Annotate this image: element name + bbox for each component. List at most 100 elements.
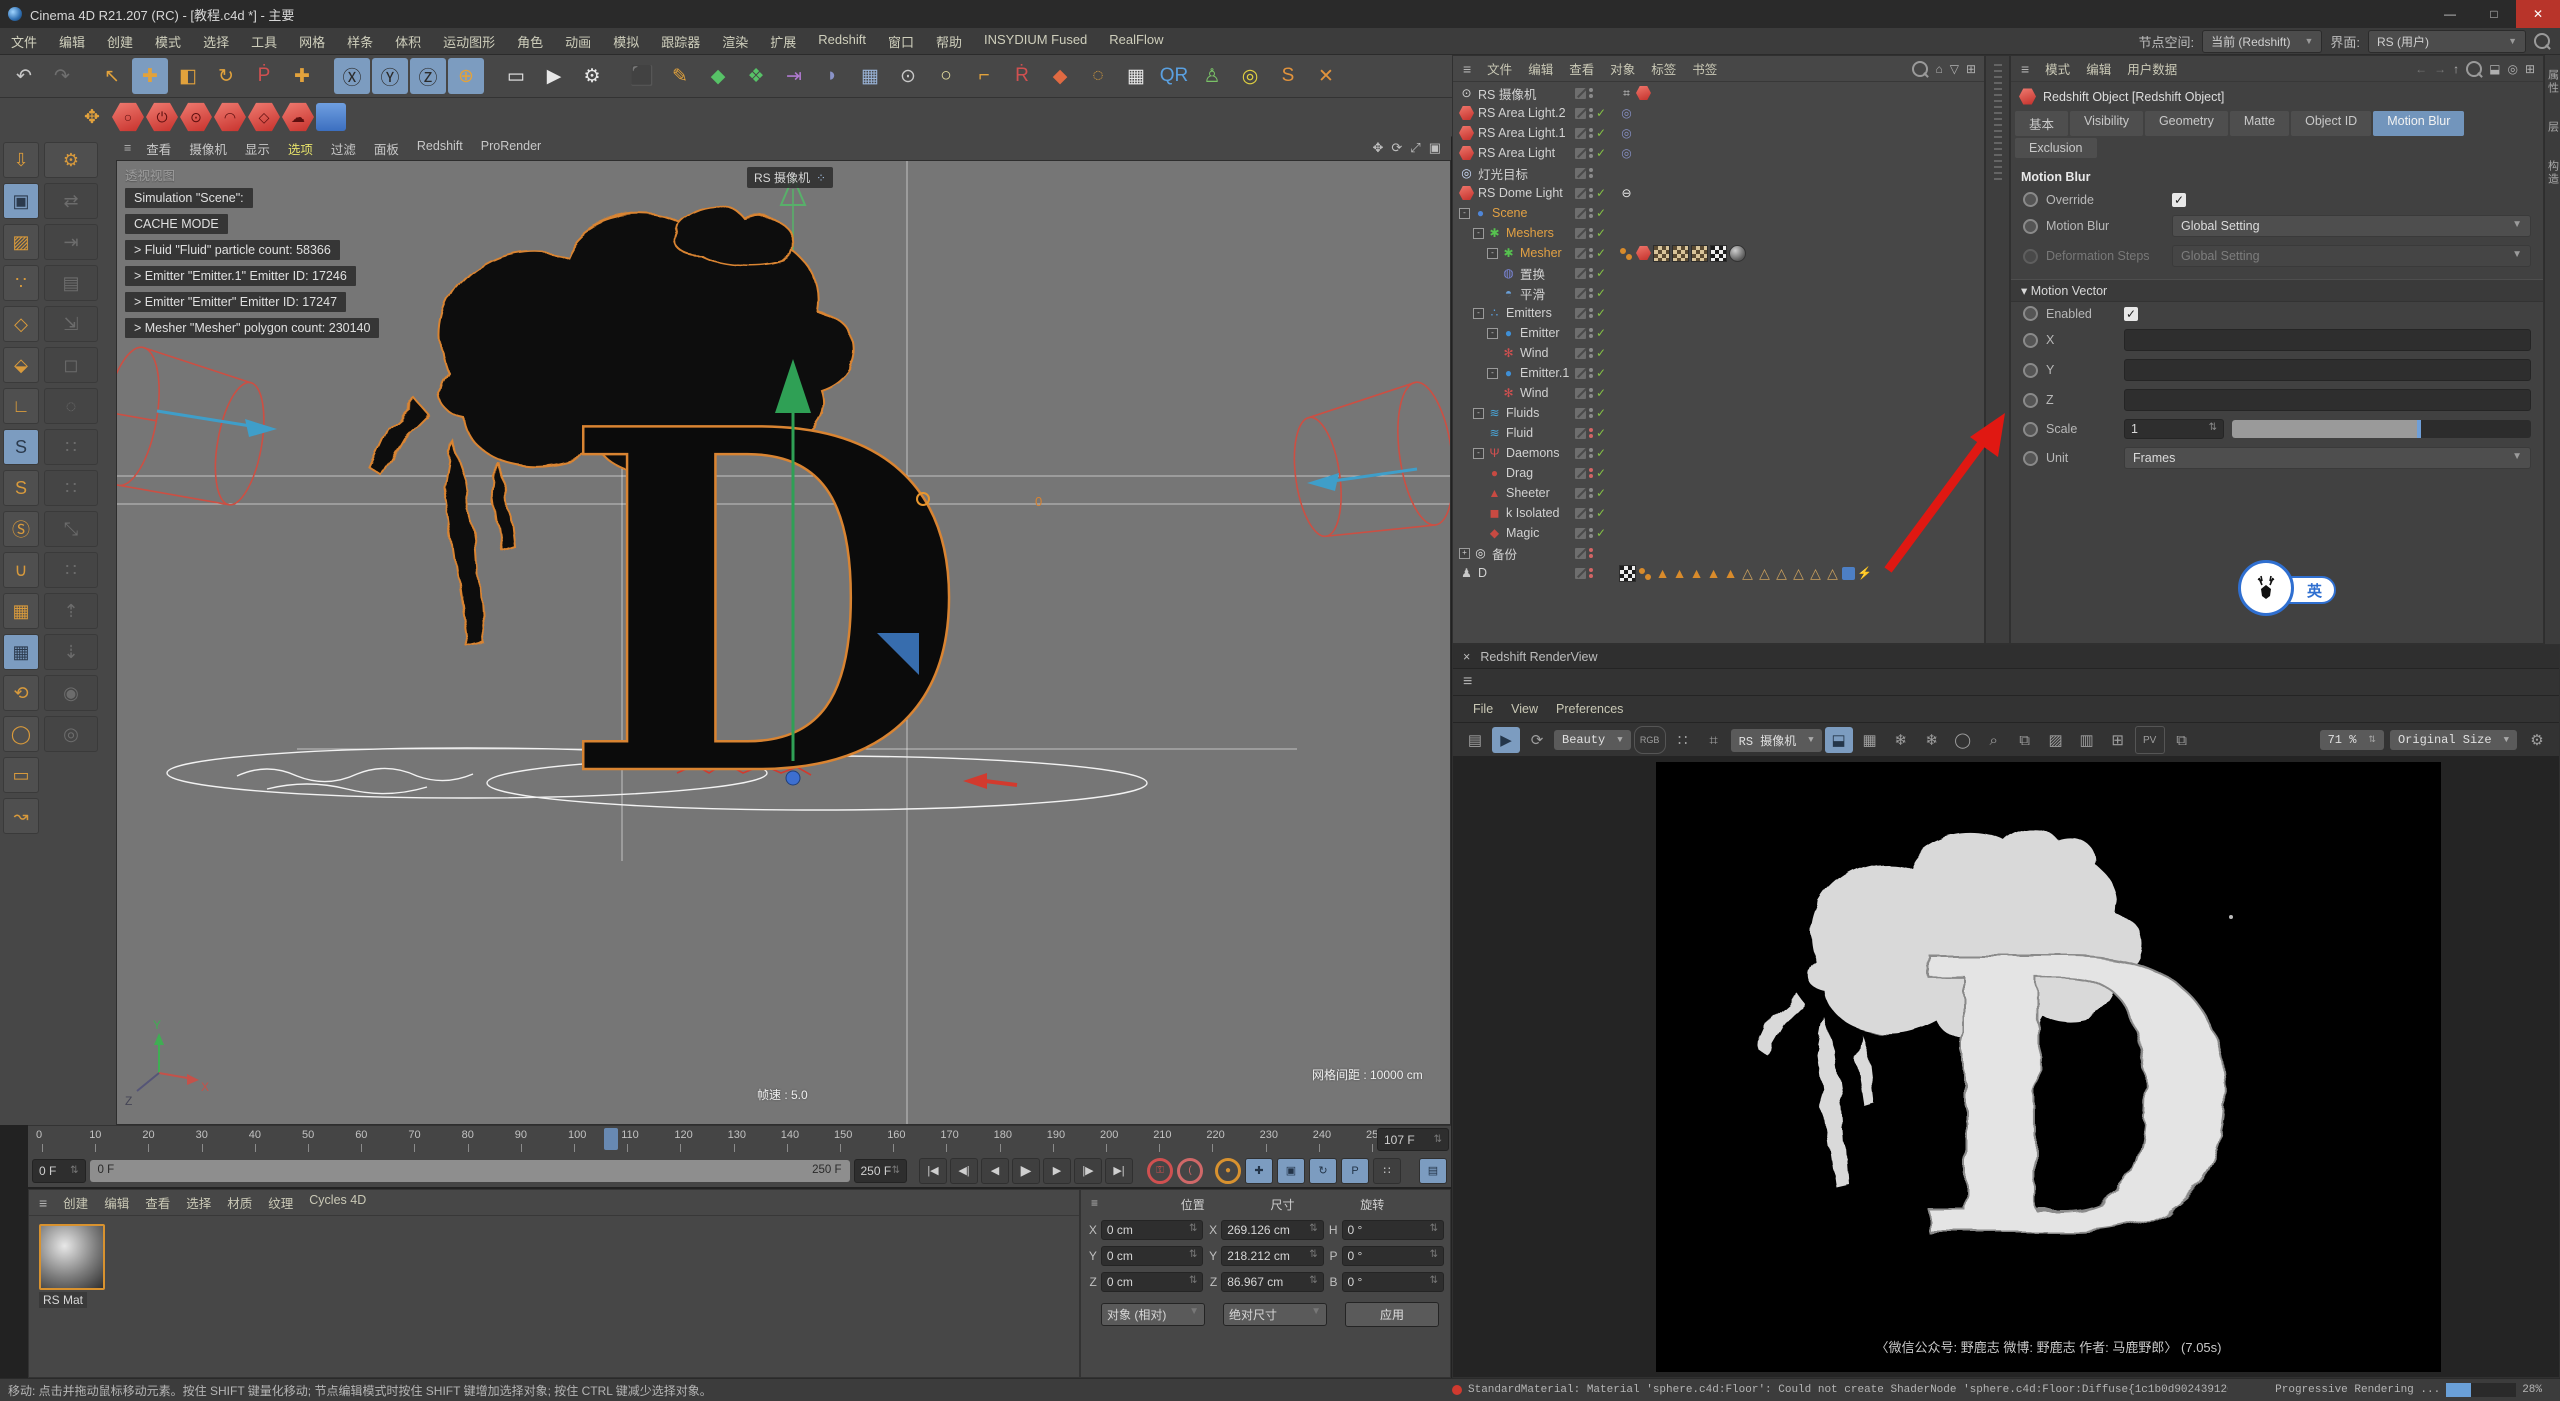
layer-toggle[interactable] (1575, 368, 1586, 379)
spline-tools-icon[interactable]: ⇥ (776, 58, 812, 94)
attr-search-icon[interactable] (2466, 61, 2482, 77)
viewport-nav-icon-3[interactable]: ▣ (1429, 140, 1441, 156)
size-z-field[interactable]: 86.967 cm⇅ (1221, 1272, 1324, 1292)
paste-box-icon[interactable]: ⇲ (44, 306, 98, 342)
timeline-ruler[interactable]: 0102030405060708090100110120130140150160… (28, 1125, 1451, 1154)
magnet-icon[interactable]: ∪ (3, 552, 39, 588)
menubar-item[interactable]: 模拟 (602, 32, 650, 51)
object-row[interactable]: RS Dome Light✓⊖ (1453, 183, 1984, 203)
object-row[interactable]: ≋Fluid✓ (1453, 423, 1984, 443)
psr2-icon[interactable]: Ṙ (1004, 58, 1040, 94)
layer-toggle[interactable] (1575, 528, 1586, 539)
visibility-dots[interactable] (1589, 208, 1593, 218)
scale-tool-icon[interactable]: ◧ (170, 58, 206, 94)
pv-icon[interactable]: PV (2135, 726, 2165, 754)
menubar-item[interactable]: 工具 (240, 32, 288, 51)
layer-toggle[interactable] (1575, 188, 1586, 199)
visibility-dots[interactable] (1589, 148, 1593, 158)
object-row[interactable]: RS Area Light✓◎ (1453, 143, 1984, 163)
visibility-dots[interactable] (1589, 328, 1593, 338)
om-home-icon[interactable]: ⌂ (1935, 62, 1942, 76)
points-mode-icon[interactable]: ∵ (3, 265, 39, 301)
keyframe-mode-button[interactable]: ▤ (1419, 1158, 1447, 1184)
enable-check-icon[interactable]: ✓ (1596, 286, 1608, 300)
visibility-dots[interactable] (1589, 108, 1593, 118)
point-selection-tag[interactable]: △ (1757, 566, 1772, 581)
enable-check-icon[interactable]: ✓ (1596, 306, 1608, 320)
object-row[interactable]: RS Area Light.1✓◎ (1453, 123, 1984, 143)
object-row[interactable]: ◎灯光目标 (1453, 163, 1984, 183)
layer-toggle[interactable] (1575, 228, 1586, 239)
primitive-cube-icon[interactable]: ⬛ (624, 58, 660, 94)
menubar-item[interactable]: 样条 (336, 32, 384, 51)
record-position-toggle[interactable]: ✚ (1245, 1158, 1273, 1184)
cube-dim-icon[interactable]: ◻ (44, 347, 98, 383)
bend-deformer-icon[interactable]: ◗ (814, 58, 850, 94)
menubar-item[interactable]: 网格 (288, 32, 336, 51)
viewport-corner-icons[interactable]: ✥⟳⤢▣ (1372, 140, 1451, 156)
object-row[interactable]: -∴Emitters✓ (1453, 303, 1984, 323)
viewport-menu-item[interactable]: 摄像机 (180, 139, 236, 158)
attribute-tab[interactable]: Matte (2230, 111, 2289, 136)
viewport-canvas[interactable]: D 0 Y X Z RS 摄像机 ⁘ (116, 160, 1451, 1125)
visibility-dots[interactable] (1589, 528, 1593, 538)
apply-button[interactable]: 应用 (1345, 1302, 1439, 1327)
rot-h-field[interactable]: 0 °⇅ (1342, 1220, 1445, 1240)
menubar-item[interactable]: 跟踪器 (650, 32, 711, 51)
freeze-icon[interactable]: ❄ (1887, 727, 1915, 753)
rotate-tool-icon[interactable]: ↻ (208, 58, 244, 94)
pass-select[interactable]: Beauty▼ (1554, 730, 1631, 750)
texture-tag[interactable] (1672, 245, 1689, 262)
dots-down-icon[interactable]: ⇣ (44, 634, 98, 670)
axis-mode-icon[interactable]: ∟ (3, 388, 39, 424)
layer-toggle[interactable] (1575, 128, 1586, 139)
attr-burger-icon[interactable]: ≡ (2015, 61, 2035, 77)
tree-expander-icon[interactable]: + (1459, 548, 1470, 559)
smoothing-tag[interactable] (1729, 245, 1746, 262)
polygon-selection-tag[interactable]: ▲ (1706, 566, 1721, 581)
start-render-button[interactable]: ▶ (1492, 727, 1520, 753)
point-selection-tag[interactable]: △ (1774, 566, 1789, 581)
menubar-item[interactable]: INSYDIUM Fused (973, 32, 1098, 51)
add-layer-icon[interactable]: ⊞ (2104, 727, 2132, 753)
layer-toggle[interactable] (1575, 568, 1586, 579)
pen-spline-icon[interactable]: ✎ (662, 58, 698, 94)
attribute-tab[interactable]: Geometry (2145, 111, 2228, 136)
zoom-level-field[interactable]: 71 %⇅ (2320, 730, 2384, 750)
sphere-dim-icon[interactable]: ◌ (44, 388, 98, 424)
layer-toggle[interactable] (1575, 208, 1586, 219)
floor-object-icon[interactable]: ▦ (852, 58, 888, 94)
compositing-tag[interactable] (1619, 565, 1636, 582)
anim-dot-icon[interactable] (2023, 219, 2038, 234)
rs-dome-light-icon[interactable]: ◠ (214, 102, 246, 132)
mograph-cloner-icon[interactable]: ◌ (1080, 58, 1116, 94)
attr-up-icon[interactable]: ↑ (2453, 62, 2459, 76)
layer-toggle[interactable] (1575, 488, 1586, 499)
layer-toggle[interactable] (1575, 448, 1586, 459)
range-start-field[interactable]: 0 F⇅ (32, 1159, 86, 1183)
enable-check-icon[interactable]: ✓ (1596, 366, 1608, 380)
om-menu-item[interactable]: 书签 (1684, 59, 1725, 78)
last-tool-icon[interactable]: ✚ (284, 58, 320, 94)
attr-back-icon[interactable]: ← (2415, 62, 2427, 76)
prev-frame-button[interactable]: ◀ (981, 1158, 1009, 1184)
size-y-field[interactable]: 218.212 cm⇅ (1221, 1246, 1324, 1266)
focus-brackets-icon[interactable]: ⌕ (1980, 727, 2008, 753)
visibility-dots[interactable] (1589, 228, 1593, 238)
workplane-lock-icon[interactable]: ▦ (3, 634, 39, 670)
viewport-menu-item[interactable]: 面板 (365, 139, 408, 158)
viewport-nav-icon-2[interactable]: ⤢ (1410, 140, 1420, 156)
render-picture-viewer-icon[interactable]: ▶ (536, 58, 572, 94)
live-selection-icon[interactable]: ↖ (94, 58, 130, 94)
rv-burger-icon[interactable]: ≡ (1463, 673, 1472, 691)
enable-check-icon[interactable]: ✓ (1596, 126, 1608, 140)
viewport-menu-item[interactable]: ProRender (472, 139, 550, 158)
point-selection-tag[interactable]: △ (1740, 566, 1755, 581)
dome-tag[interactable]: ⊖ (1619, 186, 1634, 201)
point-selection-tag[interactable]: △ (1808, 566, 1823, 581)
visibility-dots[interactable] (1589, 308, 1593, 318)
go-start-button[interactable]: |◀ (919, 1158, 947, 1184)
dots-grid3-icon[interactable]: ∷ (44, 552, 98, 588)
target-tag[interactable]: ◎ (1619, 146, 1634, 161)
region-circle-icon[interactable]: ◯ (1949, 727, 1977, 753)
